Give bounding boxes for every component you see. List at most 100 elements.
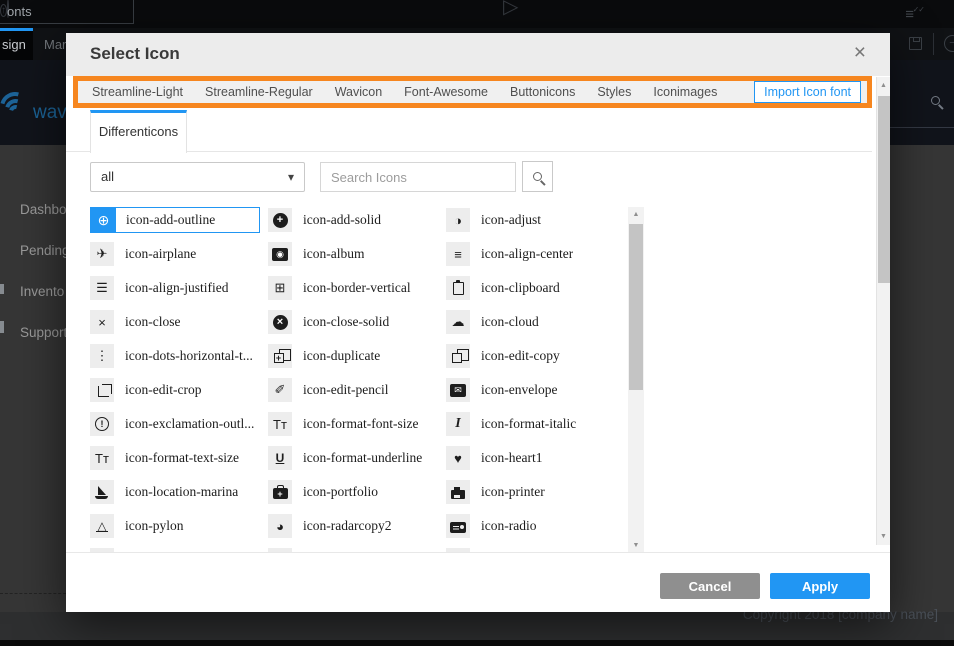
icon-glyph: + xyxy=(273,488,288,499)
icon-font-tab[interactable]: Streamline-Light xyxy=(92,85,183,99)
icon-list-item[interactable]: + icon-portfolio xyxy=(268,479,438,505)
icon-list-item[interactable]: icon-clipboard xyxy=(446,275,616,301)
icon-glyph: ♥ xyxy=(454,451,462,466)
icon-list-item[interactable]: ⊕ icon-add-outline xyxy=(90,207,260,233)
icon-preview xyxy=(446,480,470,504)
icon-list-scrollbar[interactable]: ▲ ▼ xyxy=(628,207,644,552)
icon-font-tab[interactable]: Buttonicons xyxy=(510,85,575,99)
icon-list-item[interactable]: icon-edit-crop xyxy=(90,377,260,403)
sidebar-icon xyxy=(0,321,4,333)
icon-name-label: icon-align-justified xyxy=(125,280,228,296)
scrollbar-thumb[interactable] xyxy=(878,96,890,283)
scroll-down-icon[interactable]: ▼ xyxy=(877,533,890,540)
icon-list-item[interactable]: + icon-duplicate xyxy=(268,343,438,369)
icon-list: ⊕ icon-add-outline + icon-add-solid ◑ ic… xyxy=(90,205,644,552)
icon-list-item[interactable]: ◑ icon-adjust xyxy=(446,207,616,233)
icon-list-item[interactable]: ✉ icon-envelope xyxy=(446,377,616,403)
icon-font-tab[interactable]: Font-Awesome xyxy=(404,85,488,99)
icon-list-item[interactable]: icon-edit-copy xyxy=(446,343,616,369)
icon-list-item[interactable]: icon-radio xyxy=(446,513,616,539)
tab-design[interactable]: sign xyxy=(0,28,33,60)
icon-list-item[interactable]: ☁ icon-cloud xyxy=(446,309,616,335)
sidebar-item[interactable]: Support xyxy=(20,325,66,340)
search-icon xyxy=(533,172,542,181)
icon-list-item[interactable]: ♥ icon-heart1 xyxy=(446,445,616,471)
icon-preview: ⊕ xyxy=(91,208,116,233)
icon-glyph: ◑ xyxy=(454,213,462,228)
icon-list-item[interactable]: ⋮ icon-dots-horizontal-t... xyxy=(90,343,260,369)
close-icon[interactable]: × xyxy=(854,41,866,65)
search-button[interactable] xyxy=(522,161,553,192)
icon-font-tab[interactable]: Iconimages xyxy=(653,85,717,99)
icon-glyph: ≡ xyxy=(454,247,462,262)
icon-glyph xyxy=(450,522,466,533)
icon-preview: U xyxy=(268,446,292,470)
checklist-checks-icon: ✓✓ xyxy=(913,5,924,14)
icon-glyph xyxy=(451,490,465,499)
icon-list-item[interactable]: ◉ icon-album xyxy=(268,241,438,267)
icon-preview xyxy=(90,378,114,402)
cancel-button[interactable]: Cancel xyxy=(660,573,760,599)
icon-name-label: icon-portfolio xyxy=(303,484,378,500)
icon-name-label: icon-location-marina xyxy=(125,484,238,500)
bottom-strip xyxy=(0,640,954,646)
scrollbar-thumb[interactable] xyxy=(629,224,643,390)
icon-preview: + xyxy=(268,344,292,368)
icon-list-item[interactable]: icon-location-marina xyxy=(90,479,260,505)
sidebar-item[interactable]: Pending xyxy=(20,243,66,258)
icon-list-item[interactable]: △ icon-pylon xyxy=(90,513,260,539)
icon-name-label: icon-edit-crop xyxy=(125,382,201,398)
icon-list-item[interactable]: ✈ icon-airplane xyxy=(90,241,260,267)
icon-list-item[interactable]: ≡ icon-align-center xyxy=(446,241,616,267)
scroll-up-icon[interactable]: ▲ xyxy=(628,211,644,218)
icon-list-item[interactable]: ◕ icon-radarcopy2 xyxy=(268,513,438,539)
icon-name-label: icon-add-solid xyxy=(303,212,381,228)
icon-font-tab[interactable]: Wavicon xyxy=(335,85,382,99)
sidebar: Dashbo Pending Invento Support xyxy=(0,145,66,612)
icon-list-item[interactable]: U icon-format-underline xyxy=(268,445,438,471)
icon-list-item[interactable]: icon-printer xyxy=(446,479,616,505)
tab-manage[interactable]: Mar xyxy=(44,37,66,52)
category-select[interactable]: all ▾ xyxy=(90,162,305,192)
icon-list-item[interactable]: × icon-close xyxy=(90,309,260,335)
icon-name-label: icon-format-font-size xyxy=(303,416,418,432)
icon-list-item[interactable]: + icon-add-solid xyxy=(268,207,438,233)
apply-button[interactable]: Apply xyxy=(770,573,870,599)
category-select-value: all xyxy=(101,169,114,184)
icon-list-item[interactable]: Tᴛ icon-format-text-size xyxy=(90,445,260,471)
header-divider xyxy=(888,127,954,128)
dialog-footer: Cancel Apply xyxy=(66,552,890,612)
icon-grid: ⊕ icon-add-outline + icon-add-solid ◑ ic… xyxy=(90,207,624,552)
icon-name-label: icon-album xyxy=(303,246,364,262)
scroll-up-icon[interactable]: ▲ xyxy=(877,82,890,89)
icon-font-tab[interactable]: Streamline-Regular xyxy=(205,85,313,99)
dialog-scrollbar[interactable]: ▲ ▼ xyxy=(876,77,890,545)
icon-name-label: icon-printer xyxy=(481,484,545,500)
icon-name-label: icon-edit-pencil xyxy=(303,382,388,398)
icon-list-item[interactable]: ☰ icon-align-justified xyxy=(90,275,260,301)
fonts-dropdown[interactable]: onts xyxy=(0,0,134,24)
search-icons-input[interactable] xyxy=(320,162,516,192)
icon-list-item[interactable]: ✐ icon-edit-pencil xyxy=(268,377,438,403)
icon-preview: ☁ xyxy=(446,310,470,334)
save-icon[interactable] xyxy=(909,37,922,50)
icon-name-label: icon-heart1 xyxy=(481,450,542,466)
sidebar-item[interactable]: Dashbo xyxy=(20,202,66,217)
sidebar-item[interactable]: Invento xyxy=(20,284,64,299)
search-icon[interactable] xyxy=(931,96,940,105)
tab-differenticons[interactable]: Differenticons xyxy=(90,110,187,153)
import-icon-font-button[interactable]: Import Icon font xyxy=(754,81,861,103)
icon-preview: Tᴛ xyxy=(90,446,114,470)
zoom-out-icon[interactable]: − xyxy=(944,35,954,52)
icon-font-tab[interactable]: Styles xyxy=(597,85,631,99)
icon-preview: ✐ xyxy=(268,378,292,402)
play-icon[interactable]: ▷ xyxy=(503,0,518,19)
icon-list-item[interactable]: I icon-format-italic xyxy=(446,411,616,437)
scroll-down-icon[interactable]: ▼ xyxy=(628,542,644,549)
icon-list-item[interactable]: ! icon-exclamation-outl... xyxy=(90,411,260,437)
icon-list-item[interactable]: ⊞ icon-border-vertical xyxy=(268,275,438,301)
icon-preview xyxy=(446,344,470,368)
icon-glyph xyxy=(453,282,464,295)
icon-list-item[interactable]: × icon-close-solid xyxy=(268,309,438,335)
icon-list-item[interactable]: Tᴛ icon-format-font-size xyxy=(268,411,438,437)
